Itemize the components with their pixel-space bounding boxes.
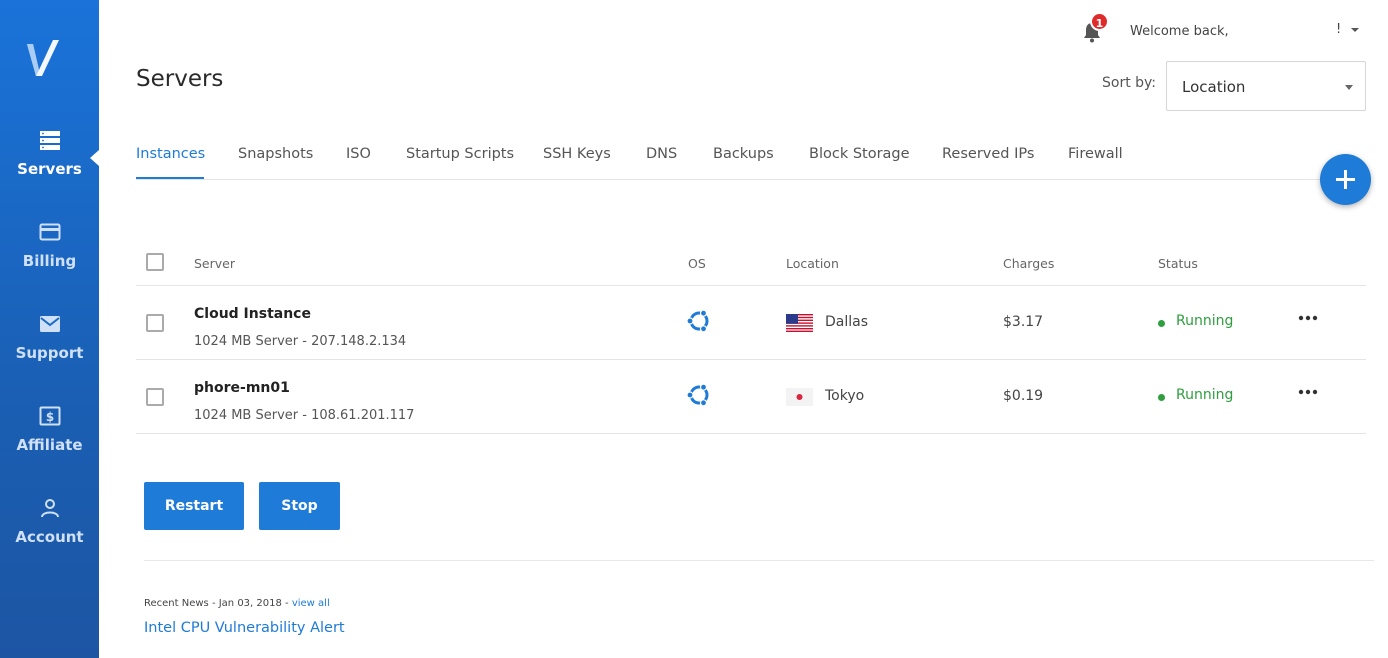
chevron-down-icon bbox=[1345, 85, 1353, 90]
stop-button[interactable]: Stop bbox=[259, 482, 340, 530]
tab-iso[interactable]: ISO bbox=[346, 146, 371, 162]
status-text: Running bbox=[1176, 313, 1234, 329]
plus-icon bbox=[1336, 170, 1355, 189]
sidebar-item-account[interactable]: Account bbox=[0, 496, 99, 576]
news-title-link[interactable]: Intel CPU Vulnerability Alert bbox=[144, 620, 345, 636]
active-indicator bbox=[90, 150, 99, 166]
status-dot-icon bbox=[1158, 320, 1165, 327]
ubuntu-icon bbox=[686, 309, 709, 333]
tab-ssh-keys[interactable]: SSH Keys bbox=[543, 146, 611, 162]
credit-card-icon bbox=[39, 223, 60, 241]
server-details: 1024 MB Server - 207.148.2.134 bbox=[194, 334, 407, 349]
ubuntu-icon bbox=[686, 383, 709, 407]
location-name: Tokyo bbox=[825, 388, 865, 404]
location-name: Dallas bbox=[825, 314, 869, 330]
column-header-os: OS bbox=[688, 256, 706, 271]
welcome-text: Welcome back, bbox=[1130, 24, 1229, 39]
column-header-location: Location bbox=[786, 256, 839, 271]
sort-label: Sort by: bbox=[1102, 75, 1157, 91]
status-dot-icon bbox=[1158, 394, 1165, 401]
sidebar-item-label: Billing bbox=[22, 252, 77, 270]
servers-icon bbox=[39, 131, 60, 150]
sidebar-item-servers[interactable]: Servers bbox=[0, 128, 99, 208]
servers-table: Server OS Location Charges Status Cloud … bbox=[136, 240, 1366, 434]
news-meta: Recent News - Jan 03, 2018 - view all bbox=[144, 598, 330, 609]
view-all-link[interactable]: view all bbox=[292, 598, 330, 609]
us-flag-icon bbox=[786, 314, 813, 332]
row-checkbox[interactable] bbox=[146, 388, 164, 406]
add-server-button[interactable] bbox=[1320, 154, 1371, 205]
sidebar-item-label: Affiliate bbox=[16, 436, 83, 454]
row-checkbox[interactable] bbox=[146, 314, 164, 332]
tab-reserved-ips[interactable]: Reserved IPs bbox=[942, 146, 1034, 162]
sidebar-item-billing[interactable]: Billing bbox=[0, 220, 99, 300]
table-row[interactable]: phore-mn01 1024 MB Server - 108.61.201.1… bbox=[136, 360, 1366, 434]
server-name[interactable]: phore-mn01 bbox=[194, 380, 290, 396]
sidebar-item-affiliate[interactable]: $ Affiliate bbox=[0, 404, 99, 484]
tab-instances[interactable]: Instances bbox=[136, 146, 205, 162]
column-header-charges: Charges bbox=[1003, 256, 1055, 271]
column-header-server: Server bbox=[194, 256, 235, 271]
sidebar-item-label: Support bbox=[15, 344, 84, 362]
server-details: 1024 MB Server - 108.61.201.117 bbox=[194, 408, 415, 423]
charges-value: $0.19 bbox=[1003, 388, 1044, 404]
more-options-icon[interactable] bbox=[1296, 306, 1320, 330]
server-name[interactable]: Cloud Instance bbox=[194, 306, 311, 322]
sidebar-item-label: Account bbox=[15, 528, 84, 546]
user-menu[interactable]: ! bbox=[1336, 22, 1360, 37]
notification-badge: 1 bbox=[1090, 12, 1109, 31]
sidebar-item-label: Servers bbox=[17, 160, 82, 178]
tab-startup-scripts[interactable]: Startup Scripts bbox=[406, 146, 514, 162]
logo-icon[interactable] bbox=[25, 38, 65, 78]
table-header: Server OS Location Charges Status bbox=[136, 240, 1366, 286]
sort-select-value: Location bbox=[1182, 78, 1246, 96]
sidebar-item-support[interactable]: Support bbox=[0, 312, 99, 392]
sidebar: Servers Billing Support $ Affiliate Acco… bbox=[0, 0, 99, 658]
tab-dns[interactable]: DNS bbox=[646, 146, 677, 162]
restart-button[interactable]: Restart bbox=[144, 482, 244, 530]
tab-block-storage[interactable]: Block Storage bbox=[809, 146, 910, 162]
divider bbox=[144, 560, 1374, 561]
chevron-down-icon bbox=[1351, 27, 1360, 32]
news-date: Recent News - Jan 03, 2018 - bbox=[144, 598, 292, 609]
user-icon bbox=[40, 499, 59, 518]
page-title: Servers bbox=[136, 66, 224, 92]
dollar-icon: $ bbox=[39, 406, 60, 426]
charges-value: $3.17 bbox=[1003, 314, 1044, 330]
select-all-checkbox[interactable] bbox=[146, 253, 164, 271]
svg-text:$: $ bbox=[45, 410, 53, 424]
column-header-status: Status bbox=[1158, 256, 1198, 271]
sort-select[interactable]: Location bbox=[1166, 61, 1366, 111]
tab-snapshots[interactable]: Snapshots bbox=[238, 146, 313, 162]
status-text: Running bbox=[1176, 387, 1234, 403]
active-tab-underline bbox=[136, 177, 204, 179]
tab-bar: Instances Snapshots ISO Startup Scripts … bbox=[136, 140, 1366, 180]
more-options-icon[interactable] bbox=[1296, 380, 1320, 404]
jp-flag-icon bbox=[786, 388, 813, 406]
tab-firewall[interactable]: Firewall bbox=[1068, 146, 1123, 162]
table-row[interactable]: Cloud Instance 1024 MB Server - 207.148.… bbox=[136, 286, 1366, 360]
tab-backups[interactable]: Backups bbox=[713, 146, 774, 162]
envelope-icon bbox=[39, 316, 60, 332]
user-name: ! bbox=[1336, 22, 1342, 37]
